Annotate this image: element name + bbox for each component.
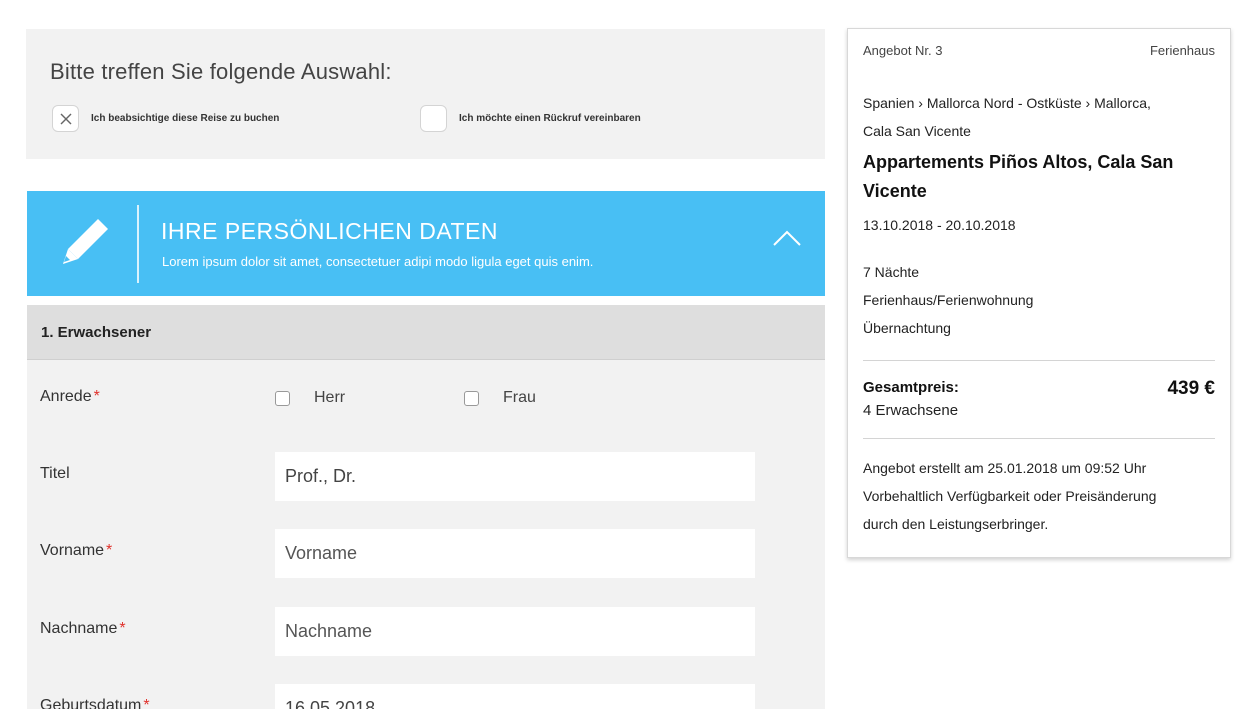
required-mark: *	[119, 620, 126, 637]
offer-number: Angebot Nr. 3	[863, 43, 943, 58]
offer-path-line1: Spanien › Mallorca Nord - Ostküste › Mal…	[863, 95, 1151, 111]
title-input[interactable]: Prof., Dr.	[275, 452, 755, 501]
required-mark: *	[93, 388, 100, 405]
offer-note: Angebot erstellt am 25.01.2018 um 09:52 …	[863, 454, 1213, 538]
first-name-input[interactable]: Vorname	[275, 529, 755, 578]
option-book-trip[interactable]: Ich beabsichtige diese Reise zu buchen	[52, 105, 279, 132]
offer-note-line3: durch den Leistungserbringer.	[863, 516, 1049, 532]
option-book-checkbox[interactable]	[52, 105, 79, 132]
option-callback[interactable]: Ich möchte einen Rückruf vereinbaren	[420, 105, 641, 132]
salutation-label: Anrede *	[40, 388, 100, 405]
offer-type: Ferienhaus	[1149, 43, 1215, 58]
offer-top: Angebot Nr. 3 Ferienhaus	[863, 43, 1215, 58]
total-price: 439 €	[1167, 378, 1215, 399]
birthdate-input[interactable]: 16.05.2018	[275, 684, 755, 709]
salutation-option-frau[interactable]: Frau	[464, 389, 536, 407]
offer-name-line1: Appartements Piños Altos, Cala San	[863, 152, 1174, 172]
offer-nights: 7 Nächte	[863, 264, 920, 280]
salutation-frau-label: Frau	[503, 389, 536, 406]
offer-destination-path: Spanien › Mallorca Nord - Ostküste › Mal…	[863, 89, 1203, 145]
adult-form-panel: 1. Erwachsener Anrede * Herr Frau Titel P…	[27, 305, 825, 709]
salutation-herr-checkbox[interactable]	[275, 390, 290, 406]
required-mark: *	[143, 697, 150, 709]
section-title: 1. Erwachsener	[27, 305, 825, 360]
offer-board: Übernachtung	[863, 320, 951, 336]
divider	[863, 360, 1215, 361]
header-divider	[137, 205, 139, 283]
selection-title: Bitte treffen Sie folgende Auswahl:	[50, 59, 392, 84]
offer-name: Appartements Piños Altos, Cala San Vicen…	[863, 148, 1213, 206]
close-icon	[60, 113, 71, 124]
offer-path-line2: Cala San Vicente	[863, 123, 971, 139]
offer-note-line1: Angebot erstellt am 25.01.2018 um 09:52 …	[863, 460, 1147, 476]
birthdate-label: Geburtsdatum *	[40, 697, 150, 709]
last-name-input[interactable]: Nachname	[275, 607, 755, 656]
title-label: Titel	[40, 465, 70, 482]
pencil-icon	[63, 219, 108, 264]
personal-data-header[interactable]: IHRE PERSÖNLICHEN DATEN Lorem ipsum dolo…	[27, 191, 825, 296]
offer-name-line2: Vicente	[863, 181, 927, 201]
divider	[863, 438, 1215, 439]
selection-box: Bitte treffen Sie folgende Auswahl: Ich …	[26, 29, 825, 159]
option-callback-checkbox[interactable]	[420, 105, 447, 132]
first-name-label: Vorname *	[40, 542, 113, 559]
option-book-label: Ich beabsichtige diese Reise zu buchen	[91, 113, 280, 124]
salutation-frau-checkbox[interactable]	[464, 390, 479, 406]
salutation-herr-label: Herr	[314, 389, 346, 406]
offer-card: Angebot Nr. 3 Ferienhaus Spanien › Mallo…	[847, 28, 1231, 558]
total-price-label: Gesamtpreis:	[863, 379, 959, 396]
offer-note-line2: Vorbehaltlich Verfügbarkeit oder Preisän…	[863, 488, 1157, 504]
salutation-option-herr[interactable]: Herr	[275, 389, 345, 407]
offer-dates: 13.10.2018 - 20.10.2018	[863, 217, 1016, 233]
personal-data-title: IHRE PERSÖNLICHEN DATEN	[161, 218, 498, 244]
offer-accommodation: Ferienhaus/Ferienwohnung	[863, 292, 1034, 308]
last-name-label: Nachname *	[40, 620, 126, 637]
personal-data-subtitle: Lorem ipsum dolor sit amet, consectetuer…	[162, 254, 594, 269]
offer-info: 7 Nächte Ferienhaus/Ferienwohnung Überna…	[863, 258, 1033, 342]
required-mark: *	[106, 542, 113, 559]
option-callback-label: Ich möchte einen Rückruf vereinbaren	[459, 113, 641, 124]
chevron-up-icon[interactable]	[772, 229, 802, 247]
travellers-count: 4 Erwachsene	[863, 402, 959, 419]
